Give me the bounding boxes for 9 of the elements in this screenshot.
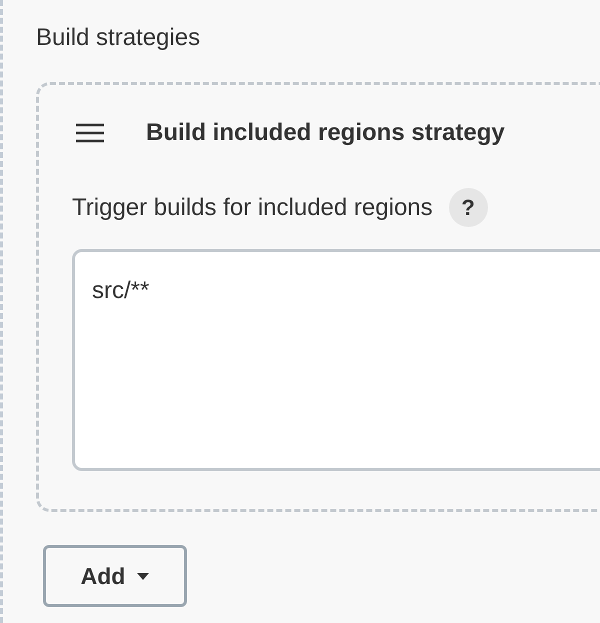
section-title: Build strategies — [36, 23, 200, 53]
caret-icon — [137, 572, 150, 580]
help-button[interactable]: ? — [448, 188, 488, 227]
menu-icon[interactable] — [75, 123, 105, 143]
add-button[interactable]: Add — [43, 545, 187, 607]
strategy-title: Build included regions strategy — [146, 118, 505, 148]
field-value: src/** — [92, 277, 150, 304]
text-area[interactable]: src/** — [72, 249, 600, 471]
field-label: Trigger builds for included regions — [72, 192, 433, 222]
